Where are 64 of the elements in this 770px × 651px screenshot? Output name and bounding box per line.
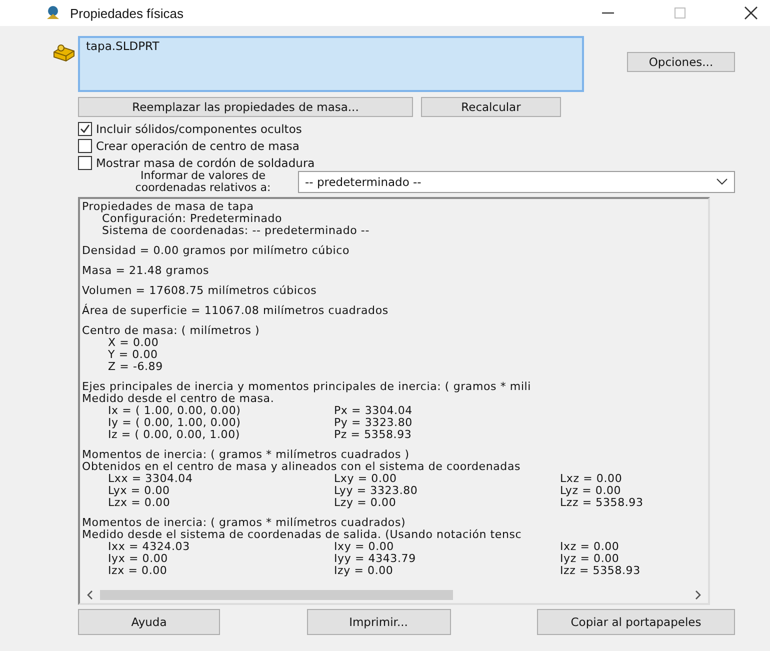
- report-value: Ix = ( 1.00, 0.00, 0.00): [108, 405, 242, 417]
- report-value: Iyy = 4343.79: [334, 553, 417, 565]
- close-icon[interactable]: [744, 6, 758, 20]
- chevron-down-icon: [716, 178, 728, 186]
- report-line: Medido desde el centro de masa.: [82, 392, 274, 405]
- report-line: Propiedades de masa de tapa: [82, 200, 254, 213]
- report-value: Lxz = 0.00: [560, 473, 624, 485]
- footer-button[interactable]: Copiar al portapapeles: [537, 609, 735, 635]
- report-value: Py = 3323.80: [334, 417, 414, 429]
- checkbox-label: Incluir sólidos/componentes ocultos: [96, 122, 302, 136]
- report-line: Z = -6.89: [108, 360, 163, 373]
- report-line: Configuración: Predeterminado: [102, 212, 282, 225]
- report-value: Izz = 5358.93: [560, 565, 642, 577]
- report-value: Izy = 0.00: [334, 565, 394, 577]
- report-value: Ixz = 0.00: [560, 541, 620, 553]
- report-value: Ixy = 0.00: [334, 541, 395, 553]
- report-value: Iyx = 0.00: [108, 553, 169, 565]
- report-value: Lxx = 3304.04: [108, 473, 194, 485]
- report-value: Lzz = 5358.93: [560, 497, 644, 509]
- report-line: Volumen = 17608.75 milímetros cúbicos: [82, 284, 317, 297]
- report-value: Pz = 5358.93: [334, 429, 413, 441]
- footer-button[interactable]: Imprimir...: [306, 609, 450, 635]
- report-value: Iy = ( 0.00, 1.00, 0.00): [108, 417, 242, 429]
- report-value: Lzy = 0.00: [334, 497, 398, 509]
- report-line: Medido desde el sistema de coordenadas de salida. (Usando notación tensc: [82, 528, 522, 541]
- report-line: Centro de masa: ( milímetros ): [82, 324, 260, 337]
- scroll-left-icon[interactable]: [86, 590, 94, 600]
- report-value: Iz = ( 0.00, 0.00, 1.00): [108, 429, 241, 441]
- report-line: Masa = 21.48 gramos: [82, 264, 210, 277]
- report-value: Lxy = 0.00: [334, 473, 398, 485]
- checkbox[interactable]: [78, 122, 92, 136]
- checkbox-label: Crear operación de centro de masa: [96, 139, 300, 153]
- checkbox-label: Mostrar masa de cordón de soldadura: [96, 156, 315, 170]
- report-value: Lzx = 0.00: [108, 497, 172, 509]
- part-icon: [52, 42, 76, 62]
- coordinate-label: Informar de valores de coordenadas relativos a:: [134, 170, 272, 194]
- report-value: Lyy = 3323.80: [334, 485, 419, 497]
- selected-part[interactable]: tapa.SLDPRT: [86, 39, 160, 53]
- checkbox[interactable]: [78, 156, 92, 170]
- report-value: Px = 3304.04: [334, 405, 414, 417]
- report-value: Iyz = 0.00: [560, 553, 620, 565]
- report-line: Obtenidos en el centro de masa y alineados con el sistema de coordenadas: [82, 460, 521, 473]
- report-line: Ejes principales de inercia y momentos principales de inercia: ( gramos * mili: [82, 380, 532, 393]
- options-button[interactable]: Opciones...: [627, 52, 735, 72]
- report-value: Lyx = 0.00: [108, 485, 171, 497]
- report-line: Y = 0.00: [108, 348, 158, 361]
- footer-button[interactable]: Ayuda: [78, 609, 220, 635]
- selection-list[interactable]: tapa.SLDPRT: [78, 36, 584, 92]
- report-line: Área de superficie = 11067.08 milímetros cuadrados: [82, 304, 388, 317]
- scroll-thumb[interactable]: [100, 590, 453, 600]
- report-line: Densidad = 0.00 gramos por milímetro cúbico: [82, 244, 350, 257]
- window-title: Propiedades físicas: [70, 6, 184, 20]
- checkbox[interactable]: [78, 139, 92, 153]
- report-value: Izx = 0.00: [108, 565, 168, 577]
- report-value: Ixx = 4324.03: [108, 541, 191, 553]
- action-button[interactable]: Reemplazar las propiedades de masa...: [78, 97, 413, 117]
- report-line: Momentos de inercia: ( gramos * milímetros cuadrados): [82, 516, 406, 529]
- report-line: X = 0.00: [108, 336, 159, 349]
- report-line: Sistema de coordenadas: -- predeterminado --: [102, 224, 370, 237]
- scroll-right-icon[interactable]: [694, 590, 702, 600]
- report-line: Momentos de inercia: ( gramos * milímetros cuadrados ): [82, 448, 410, 461]
- action-button[interactable]: Recalcular: [421, 97, 561, 117]
- coordinate-dropdown[interactable]: -- predeterminado --: [298, 171, 735, 193]
- report-value: Lyz = 0.00: [560, 485, 622, 497]
